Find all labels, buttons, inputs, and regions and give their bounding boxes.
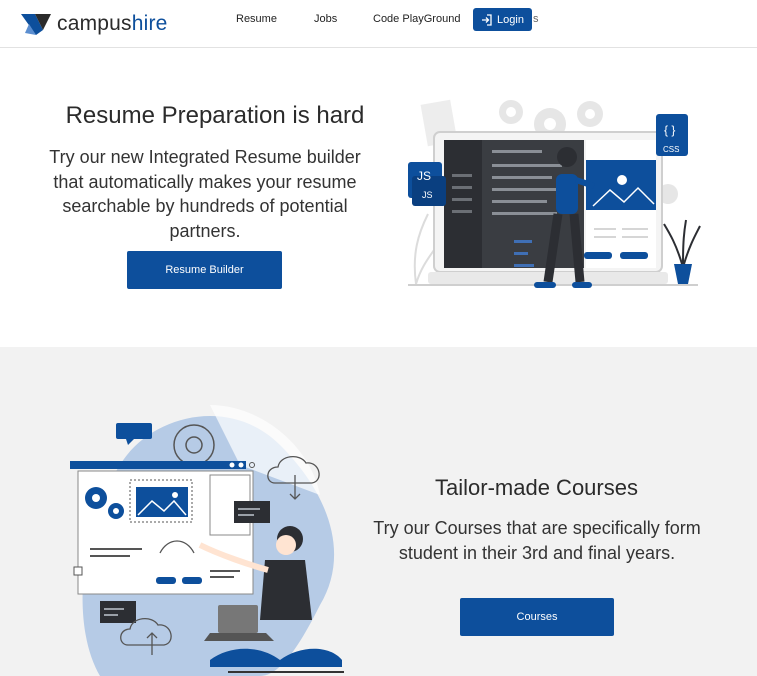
svg-text:JS: JS	[417, 169, 431, 183]
svg-text:CSS: CSS	[663, 145, 679, 154]
campushire-logo-icon	[21, 14, 51, 35]
resume-description: Try our new Integrated Resume builder th…	[49, 147, 361, 241]
courses-title: Tailor-made Courses	[435, 475, 638, 500]
login-button[interactable]: Login	[473, 8, 532, 31]
code-note-icon	[234, 501, 270, 523]
navbar: campushire Resume Jobs Code PlayGround L…	[0, 0, 757, 48]
nav-overflow-text: s	[533, 13, 539, 25]
svg-text:JS: JS	[422, 190, 433, 200]
courses-button[interactable]: Courses	[460, 598, 614, 636]
nav-code-playground-link[interactable]: Code PlayGround	[373, 13, 460, 25]
chat-bubble-icon	[116, 423, 152, 439]
login-icon	[482, 13, 492, 26]
svg-text:{ }: { }	[664, 123, 675, 137]
brand-logo[interactable]: campushire	[21, 12, 168, 36]
resume-section: Resume Preparation is hard Try our new I…	[0, 48, 757, 347]
resume-builder-button[interactable]: Resume Builder	[127, 251, 282, 289]
resume-builder-illustration: JS JS { } CSS	[408, 99, 701, 288]
nav-resume-link[interactable]: Resume	[236, 13, 277, 25]
nav-jobs-link[interactable]: Jobs	[314, 13, 337, 25]
code-note-icon	[100, 601, 136, 623]
login-label: Login	[497, 13, 524, 26]
courses-description: Try our Courses that are specifically fo…	[373, 518, 701, 563]
courses-section: Tailor-made Courses Try our Courses that…	[0, 347, 757, 676]
brand-name: campushire	[57, 12, 168, 35]
courses-illustration	[70, 405, 344, 676]
resume-title: Resume Preparation is hard	[65, 102, 365, 129]
